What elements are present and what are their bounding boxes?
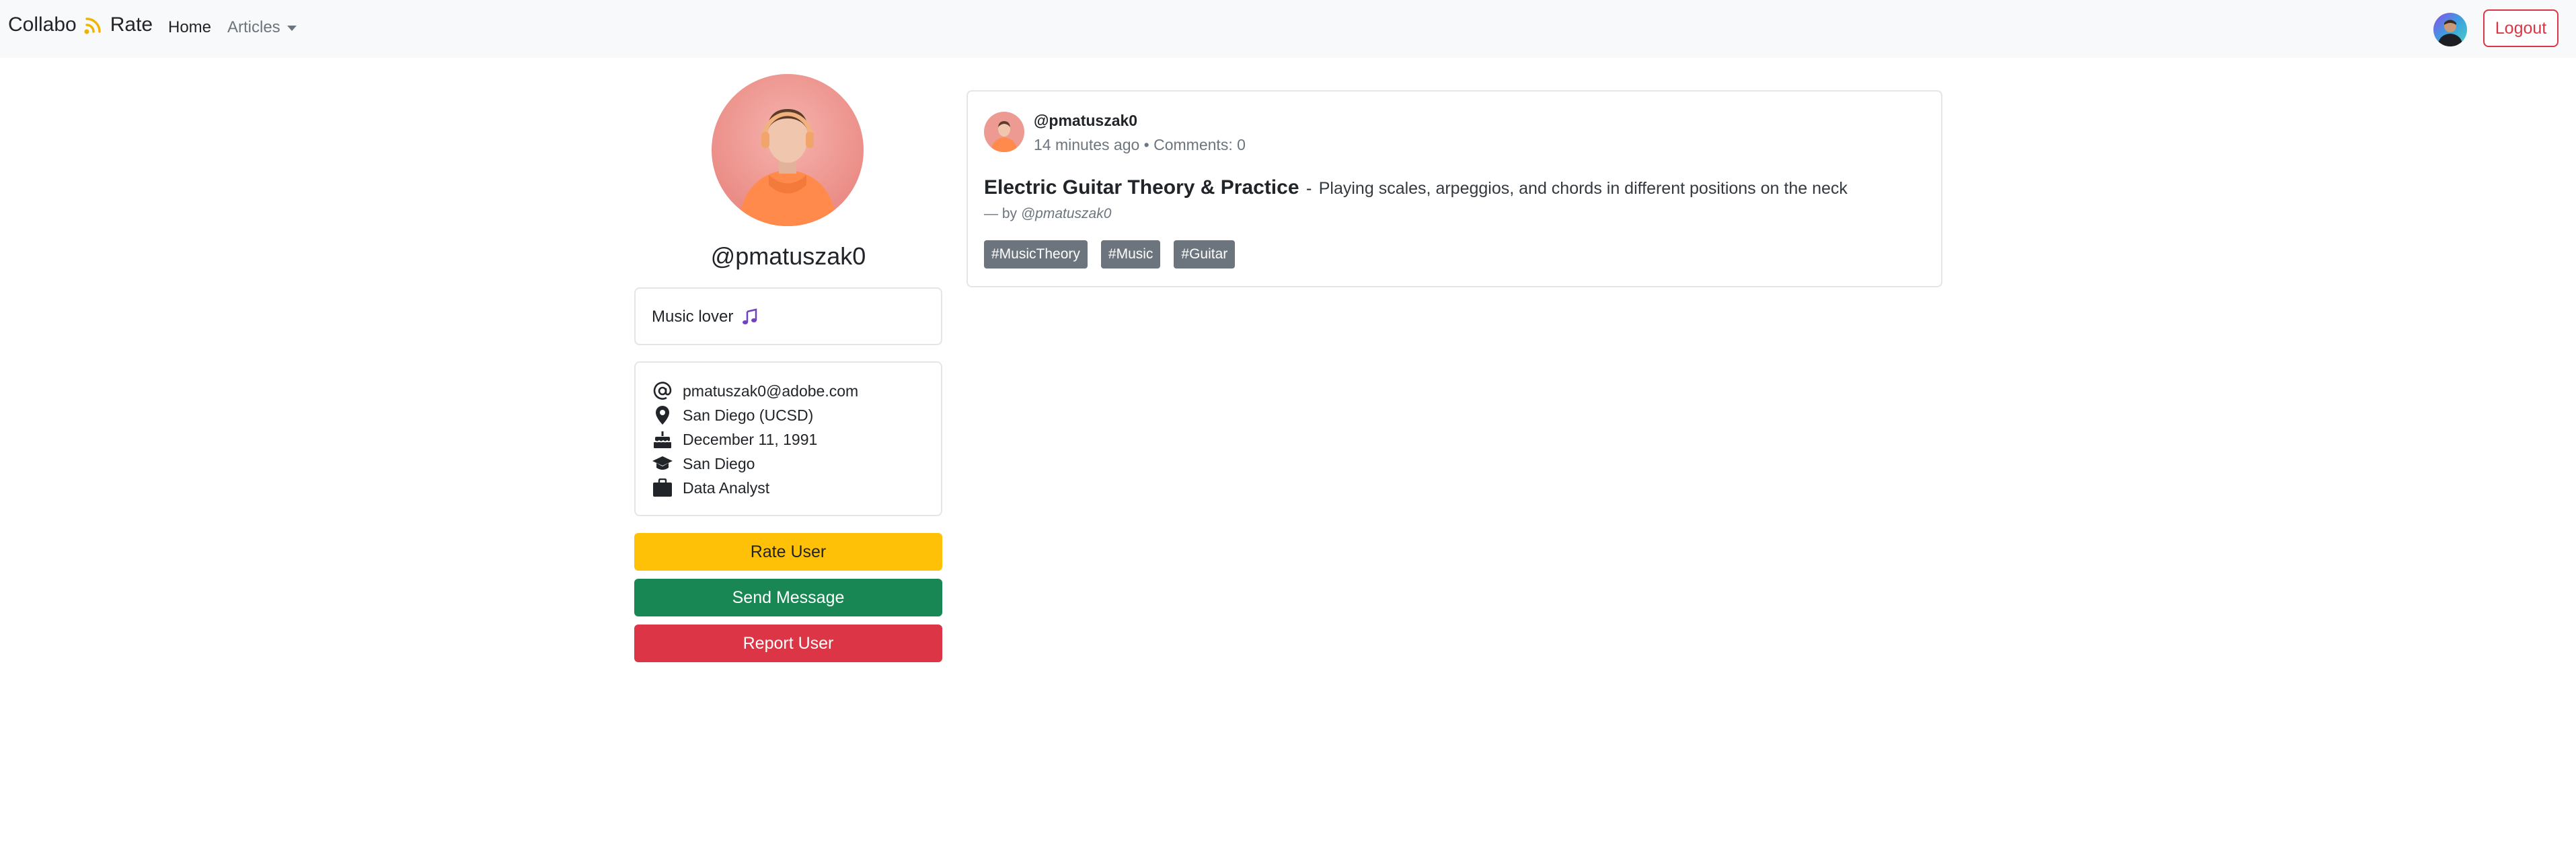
author-photo [984, 112, 1024, 152]
location-pin-icon [652, 404, 673, 426]
profile-username: @pmatuszak0 [710, 242, 866, 270]
profile-photo [712, 74, 864, 226]
birthday-value: December 11, 1991 [683, 430, 818, 448]
profile-info-card: pmatuszak0@adobe.com San Diego (UCSD) De… [634, 361, 942, 516]
article-author-link[interactable]: @pmatuszak0 [1034, 112, 1137, 130]
rating-wave-icon [84, 17, 101, 34]
avatar-image [2433, 13, 2467, 46]
author-avatar[interactable] [984, 112, 1024, 152]
navbar: Collabo Rate Home Articles Logout [0, 0, 2576, 58]
title-separator: - [1305, 179, 1312, 198]
nav-articles-label: Articles [227, 18, 280, 36]
bio-card: Music lover [634, 287, 942, 345]
occupation-value: Data Analyst [683, 478, 770, 497]
birthday-cake-icon [652, 429, 673, 450]
byline-prefix: — by [984, 206, 1018, 221]
user-avatar[interactable] [2433, 13, 2467, 46]
brand-name-left: Collabo [8, 13, 77, 36]
briefcase-icon [652, 477, 673, 499]
article-title-link[interactable]: Electric Guitar Theory & Practice [984, 176, 1299, 199]
article-heading: Electric Guitar Theory & Practice - Play… [984, 176, 1848, 199]
byline-user: @pmatuszak0 [1020, 206, 1112, 221]
tag-music[interactable]: #Music [1100, 240, 1161, 269]
chevron-down-icon [287, 26, 297, 31]
info-education: San Diego [652, 453, 755, 474]
send-message-button[interactable]: Send Message [634, 579, 942, 616]
article-meta: 14 minutes ago • Comments: 0 [1034, 136, 1246, 154]
bio: Music lover [652, 308, 759, 326]
article-tags: #MusicTheory #Music #Guitar [984, 240, 1236, 269]
nav-home-link[interactable]: Home [168, 18, 211, 37]
email-value: pmatuszak0@adobe.com [683, 382, 859, 400]
music-note-icon [743, 308, 757, 324]
article-comments-count: Comments: 0 [1153, 136, 1246, 153]
bio-text: Music lover [652, 308, 734, 326]
brand-name-right: Rate [110, 13, 153, 36]
info-occupation: Data Analyst [652, 477, 769, 499]
rate-user-button[interactable]: Rate User [634, 533, 942, 571]
location-value: San Diego (UCSD) [683, 406, 814, 424]
tag-music-theory[interactable]: #MusicTheory [984, 240, 1088, 269]
report-user-button[interactable]: Report User [634, 625, 942, 662]
info-location: San Diego (UCSD) [652, 404, 813, 426]
tag-guitar[interactable]: #Guitar [1174, 240, 1236, 269]
meta-separator: • [1143, 136, 1149, 153]
info-birthday: December 11, 1991 [652, 429, 817, 450]
article-byline: — by @pmatuszak0 [984, 206, 1111, 222]
article-time: 14 minutes ago [1034, 136, 1140, 153]
article-description: Playing scales, arpeggios, and chords in… [1318, 179, 1848, 198]
info-email: pmatuszak0@adobe.com [652, 380, 858, 402]
brand-logo[interactable]: Collabo Rate [8, 13, 153, 36]
at-sign-icon [652, 380, 673, 402]
nav-articles-dropdown[interactable]: Articles [227, 18, 297, 37]
logout-button[interactable]: Logout [2483, 9, 2559, 47]
graduation-cap-icon [652, 453, 673, 474]
article-card: @pmatuszak0 14 minutes ago • Comments: 0… [967, 90, 1942, 287]
education-value: San Diego [683, 454, 755, 472]
profile-avatar [712, 74, 864, 226]
